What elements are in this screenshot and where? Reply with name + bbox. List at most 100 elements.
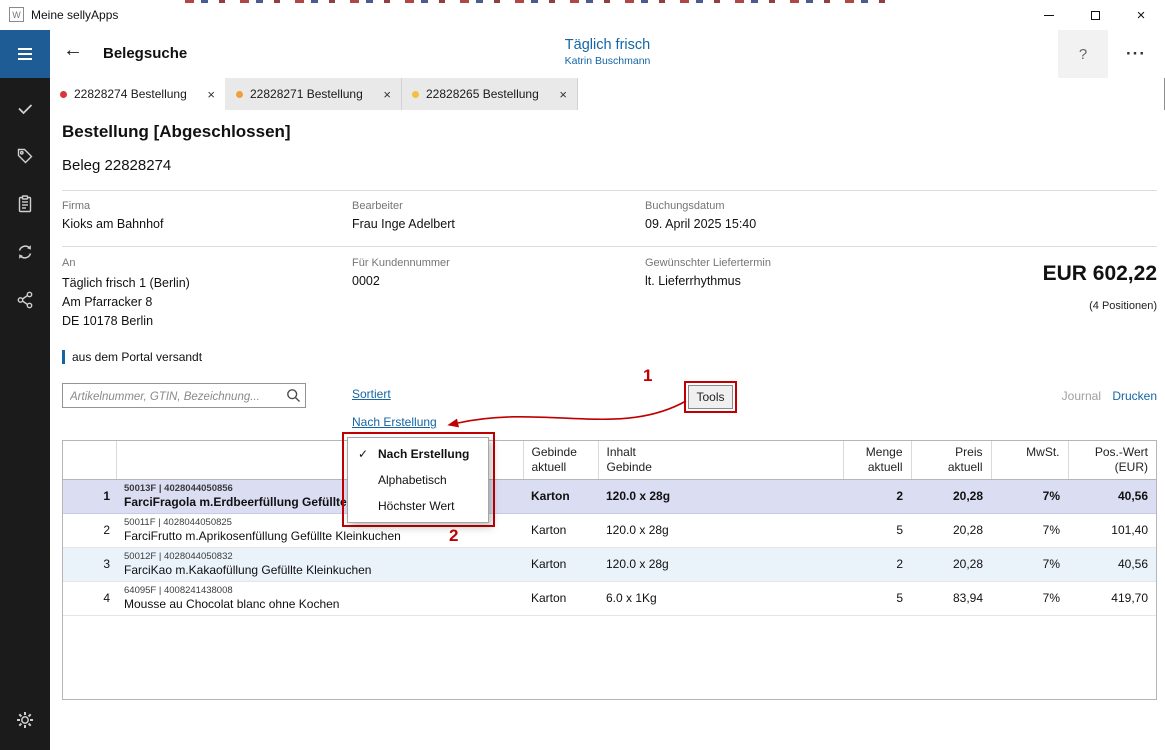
window-title: Meine sellyApps	[31, 8, 118, 22]
order-total: EUR 602,22	[1043, 262, 1157, 286]
close-icon: ×	[1137, 8, 1146, 23]
account-switcher[interactable]: Täglich frisch Katrin Buschmann	[565, 37, 651, 67]
menu-item-alphabetisch[interactable]: Alphabetisch	[348, 467, 488, 493]
back-button[interactable]: ←	[63, 39, 83, 62]
table-row[interactable]: 3 50012F | 4028044050832 FarciKao m.Kaka…	[63, 547, 1156, 581]
sidebar-item-sync[interactable]	[0, 228, 50, 276]
column-header-preis: Preis aktuell	[911, 441, 991, 479]
page-header: ← Belegsuche Täglich frisch Katrin Busch…	[50, 30, 1165, 78]
inhalt-cell: 120.0 x 28g	[598, 513, 843, 547]
article-name: Mousse au Chocolat blanc ohne Kochen	[124, 597, 515, 612]
menge-cell: 2	[843, 479, 911, 513]
preis-cell: 83,94	[911, 581, 991, 615]
gebinde-cell: Karton	[523, 479, 598, 513]
mwst-cell: 7%	[991, 513, 1068, 547]
column-header-poswert: Pos.-Wert (EUR)	[1068, 441, 1156, 479]
bearbeiter-label: Bearbeiter	[352, 200, 403, 212]
document-title: Bestellung [Abgeschlossen]	[62, 122, 291, 142]
tab-22828271[interactable]: 22828271 Bestellung ×	[226, 78, 402, 110]
status-accent-bar	[62, 350, 65, 364]
tab-status-dot	[412, 91, 419, 98]
sort-field-link[interactable]: Nach Erstellung	[352, 415, 437, 429]
positions-table: Gebinde aktuell Inhalt Gebinde Menge akt…	[62, 440, 1157, 700]
maximize-icon	[1091, 11, 1100, 20]
buchungsdatum-label: Buchungsdatum	[645, 200, 725, 212]
titlebar: W Meine sellyApps ×	[0, 0, 1165, 30]
drucken-link[interactable]: Drucken	[1112, 389, 1157, 403]
more-button[interactable]: ···	[1115, 30, 1157, 78]
background-window-sliver	[185, 0, 895, 3]
tab-label: 22828271 Bestellung	[250, 87, 377, 101]
settings-button[interactable]	[0, 696, 50, 744]
sidebar-item-tasks[interactable]	[0, 84, 50, 132]
an-line2: Am Pfarracker 8	[62, 293, 190, 312]
position-count: (4 Positionen)	[1089, 300, 1157, 312]
app-window: W Meine sellyApps ×	[0, 0, 1165, 750]
tab-close-icon[interactable]: ×	[559, 87, 567, 102]
firma-value: Kioks am Bahnhof	[62, 217, 163, 231]
wert-cell: 419,70	[1068, 581, 1156, 615]
page-title: Belegsuche	[103, 45, 187, 62]
sidebar-item-articles[interactable]	[0, 132, 50, 180]
gebinde-cell: Karton	[523, 581, 598, 615]
tab-22828265[interactable]: 22828265 Bestellung ×	[402, 78, 578, 110]
help-button[interactable]: ?	[1058, 30, 1108, 78]
sidebar-items	[0, 84, 50, 324]
sidebar-item-documents[interactable]	[0, 180, 50, 228]
preis-cell: 20,28	[911, 513, 991, 547]
main-content: Bestellung [Abgeschlossen] Beleg 2282827…	[50, 110, 1165, 750]
sortiert-link[interactable]: Sortiert	[352, 387, 391, 401]
table-row[interactable]: 4 64095F | 4008241438008 Mousse au Choco…	[63, 581, 1156, 615]
kundennummer-value: 0002	[352, 274, 380, 288]
gebinde-cell: Karton	[523, 513, 598, 547]
close-button[interactable]: ×	[1118, 1, 1164, 30]
row-number: 4	[63, 581, 116, 615]
check-icon	[15, 98, 35, 118]
share-icon	[15, 290, 35, 310]
annotation-box-tools: Tools	[684, 381, 737, 413]
gear-icon	[15, 710, 35, 730]
mwst-cell: 7%	[991, 479, 1068, 513]
article-name: FarciKao m.Kakaofüllung Gefüllte Kleinku…	[124, 563, 515, 578]
journal-link[interactable]: Journal	[1062, 389, 1101, 403]
an-line3: DE 10178 Berlin	[62, 312, 190, 331]
account-name: Täglich frisch	[565, 37, 651, 53]
tab-close-icon[interactable]: ×	[207, 87, 215, 102]
column-header-mwst: MwSt.	[991, 441, 1068, 479]
inhalt-cell: 120.0 x 28g	[598, 479, 843, 513]
article-code: 50012F | 4028044050832	[124, 551, 515, 563]
tab-close-icon[interactable]: ×	[383, 87, 391, 102]
annotation-step-2: 2	[449, 526, 458, 546]
tools-button[interactable]: Tools	[688, 385, 733, 409]
sidebar-item-share[interactable]	[0, 276, 50, 324]
menge-cell: 2	[843, 547, 911, 581]
minimize-button[interactable]	[1026, 1, 1072, 30]
document-number: Beleg 22828274	[62, 157, 171, 174]
menu-button[interactable]	[0, 30, 50, 78]
table-header-row: Gebinde aktuell Inhalt Gebinde Menge akt…	[63, 441, 1156, 479]
liefertermin-label: Gewünschter Liefertermin	[645, 257, 771, 269]
bearbeiter-value: Frau Inge Adelbert	[352, 217, 455, 231]
inhalt-cell: 6.0 x 1Kg	[598, 581, 843, 615]
clipboard-icon	[15, 194, 35, 214]
app-icon: W	[9, 7, 24, 22]
checkmark-icon: ✓	[348, 447, 378, 461]
menu-item-hoechster-wert[interactable]: Höchster Wert	[348, 493, 488, 519]
an-value: Täglich frisch 1 (Berlin) Am Pfarracker …	[62, 274, 190, 331]
maximize-button[interactable]	[1072, 1, 1118, 30]
table-row[interactable]: 2 50011F | 4028044050825 FarciFrutto m.A…	[63, 513, 1156, 547]
row-number: 1	[63, 479, 116, 513]
search-icon[interactable]	[286, 388, 301, 403]
table-row[interactable]: 1 50013F | 4028044050856 FarciFragola m.…	[63, 479, 1156, 513]
article-code: 64095F | 4008241438008	[124, 585, 515, 597]
table-filler	[63, 615, 1156, 699]
menge-cell: 5	[843, 581, 911, 615]
account-user: Katrin Buschmann	[565, 55, 651, 67]
search-input[interactable]	[62, 383, 306, 408]
tab-22828274[interactable]: 22828274 Bestellung ×	[50, 78, 226, 110]
mwst-cell: 7%	[991, 547, 1068, 581]
tab-label: 22828265 Bestellung	[426, 87, 553, 101]
row-number: 3	[63, 547, 116, 581]
tag-icon	[15, 146, 35, 166]
menu-item-nach-erstellung[interactable]: ✓ Nach Erstellung	[348, 441, 488, 467]
